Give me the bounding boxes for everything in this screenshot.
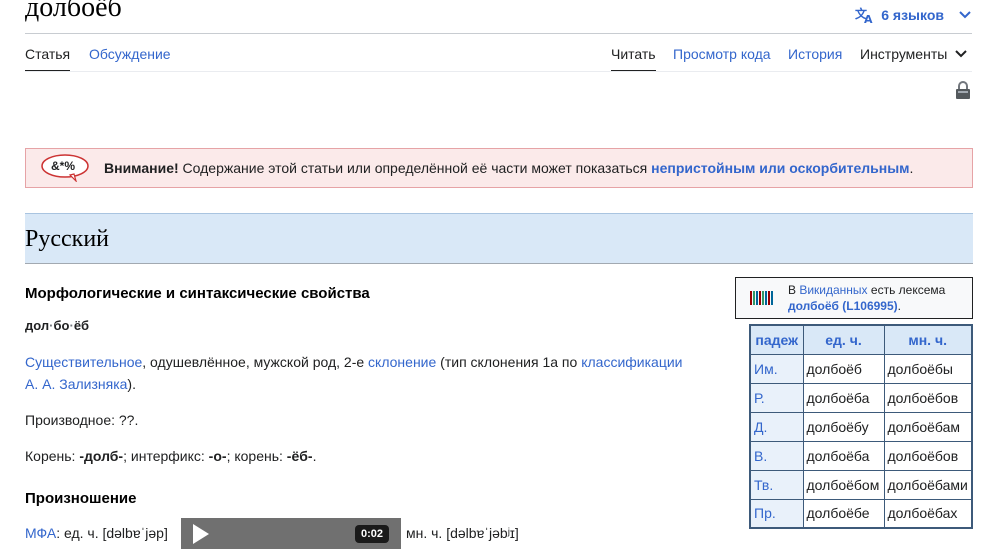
warning-banner: &*% Внимание! Содержание этой статьи или… (25, 148, 973, 188)
tools-menu[interactable]: Инструменты (860, 43, 968, 72)
table-row: В. долбоёба долбоёбов (749, 440, 973, 471)
translate-icon: 文 A (855, 6, 873, 24)
page-title: долбоёб (25, 0, 122, 23)
offensive-link[interactable]: непристойным или оскорбительным (651, 160, 909, 176)
syllable-split: дол·бо·ёб (25, 318, 90, 333)
singular-form: долбоёб (802, 353, 885, 384)
table-row: Им. долбоёб долбоёбы (749, 353, 973, 384)
ipa-link[interactable]: МФА (25, 525, 56, 541)
warning-bold: Внимание! (104, 160, 179, 176)
case-link[interactable]: Им. (749, 353, 804, 384)
header-case: падеж (749, 324, 804, 355)
header-singular: ед. ч. (802, 324, 885, 355)
svg-text:A: A (864, 13, 873, 24)
table-row: Тв. долбоёбом долбоёбами (749, 469, 973, 500)
tools-label: Инструменты (860, 46, 948, 62)
plural-form: долбоёбы (883, 353, 973, 384)
ipa-line: МФА: ед. ч. [dəlbɐˈjəp] (25, 525, 168, 541)
speech-bubble-icon: &*% (40, 154, 90, 184)
singular-form: долбоёба (802, 440, 885, 471)
plural-form: долбоёбах (883, 498, 973, 529)
case-link[interactable]: Тв. (749, 469, 804, 500)
zaliznyak-link[interactable]: А. А. Зализняка (25, 376, 127, 392)
wikidata-box: В Викиданных есть лексема долбоёб (L1069… (735, 277, 973, 319)
chevron-down-icon (955, 50, 968, 58)
table-row: Пр. долбоёбе долбоёбах (749, 498, 973, 529)
plural-form: долбоёбам (883, 411, 973, 442)
language-heading: Русский (25, 226, 109, 252)
warning-text: Внимание! Содержание этой статьи или опр… (104, 160, 914, 176)
title-divider (25, 33, 972, 34)
tab-article[interactable]: Статья (25, 43, 71, 72)
tab-read[interactable]: Читать (611, 43, 656, 72)
declension-link[interactable]: склонение (368, 354, 436, 370)
lock-icon[interactable] (955, 80, 971, 100)
lexeme-link[interactable]: долбоёб (L106995) (788, 299, 898, 313)
tab-talk[interactable]: Обсуждение (89, 43, 171, 72)
singular-form: долбоёба (802, 382, 885, 413)
derivative-text: Производное: ??. (25, 412, 139, 428)
table-header-row: падеж ед. ч. мн. ч. (749, 324, 973, 355)
morpheme-line: Корень: -долб-; интерфикс: -о-; корень: … (25, 448, 317, 464)
case-link[interactable]: Р. (749, 382, 804, 413)
singular-form: долбоёбу (802, 411, 885, 442)
case-link[interactable]: Д. (749, 411, 804, 442)
case-link[interactable]: В. (749, 440, 804, 471)
pos-link[interactable]: Существительное (25, 354, 142, 370)
chevron-down-icon (959, 11, 971, 19)
play-icon[interactable] (193, 523, 209, 544)
warning-icon-text: &*% (51, 159, 76, 173)
plural-form: долбоёбов (883, 440, 973, 471)
language-section-header: Русский (25, 213, 973, 264)
tab-history[interactable]: История (788, 43, 842, 72)
wikidata-link[interactable]: Викиданных (799, 283, 867, 297)
pronunciation-heading: Произношение (25, 490, 137, 507)
audio-player[interactable]: 0:02 (181, 518, 401, 549)
language-count: 6 языков (881, 7, 944, 23)
language-selector[interactable]: 文 A 6 языков (855, 4, 972, 26)
plural-form: долбоёбов (883, 382, 973, 413)
audio-duration: 0:02 (354, 524, 389, 543)
tab-view-source[interactable]: Просмотр кода (673, 43, 771, 72)
tabs-divider (25, 71, 972, 72)
table-row: Р. долбоёба долбоёбов (749, 382, 973, 413)
singular-form: долбоёбом (802, 469, 885, 500)
plural-ipa: мн. ч. [dəlbɐˈjəbʲɪ] (406, 525, 519, 541)
morphology-heading: Морфологические и синтаксические свойств… (25, 285, 370, 302)
case-link[interactable]: Пр. (749, 498, 804, 529)
inflection-table: падеж ед. ч. мн. ч. Им. долбоёб долбоёбы… (749, 324, 973, 529)
header-plural: мн. ч. (883, 324, 973, 355)
pos-paragraph: Существительное, одушевлённое, мужской р… (25, 354, 683, 392)
classification-link[interactable]: классификации (581, 354, 682, 370)
wikidata-text: В Викиданных есть лексема долбоёб (L1069… (788, 283, 946, 313)
plural-form: долбоёбами (883, 469, 973, 500)
singular-form: долбоёбе (802, 498, 885, 529)
table-row: Д. долбоёбу долбоёбам (749, 411, 973, 442)
wikidata-logo-icon (750, 291, 776, 305)
